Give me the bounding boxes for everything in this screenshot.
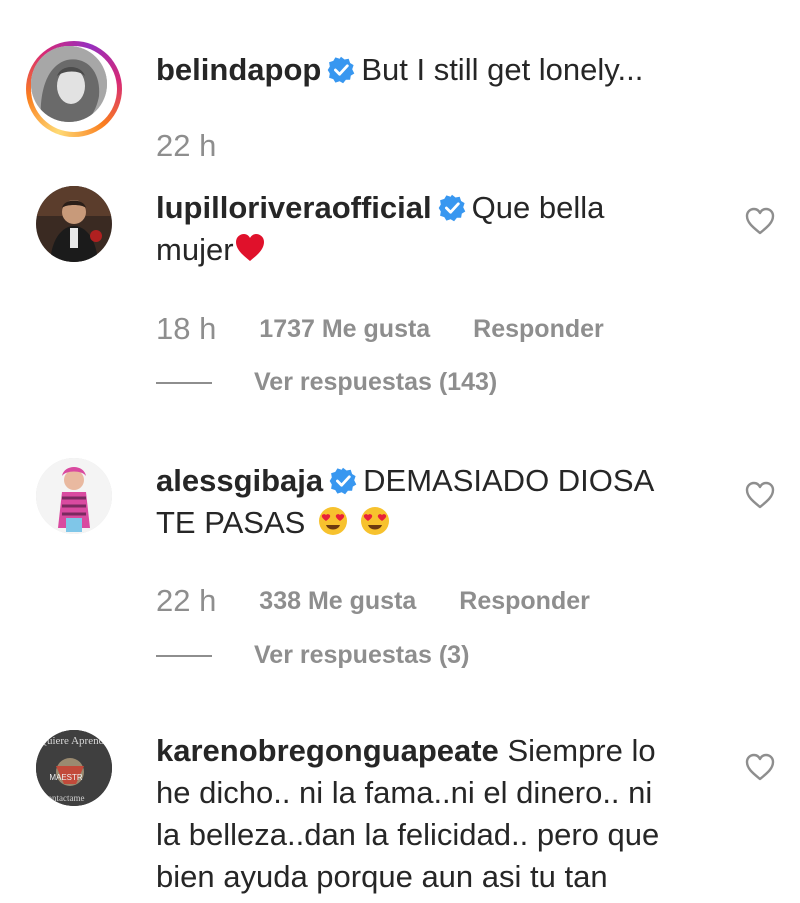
username[interactable]: belindapop — [156, 52, 321, 87]
comment-body-line3: la belleza..dan la felicidad.. pero que — [156, 817, 660, 852]
red-heart-emoji — [235, 234, 264, 261]
comment-body-line2: TE PASAS — [156, 505, 306, 540]
comment-body-line4: bien ayuda porque aun asi tu tan — [156, 859, 608, 894]
replies-divider — [156, 382, 212, 385]
comment-body: But I still get lonely... — [361, 52, 644, 87]
likes-count[interactable]: 338 Me gusta — [259, 587, 416, 615]
likes-count[interactable]: 1737 Me gusta — [259, 315, 430, 343]
like-heart-icon[interactable] — [744, 752, 776, 782]
comment-meta: 22 h — [156, 128, 252, 164]
username[interactable]: lupilloriveraofficial — [156, 190, 432, 225]
verified-badge-icon — [329, 467, 357, 495]
timestamp: 22 h — [156, 583, 217, 618]
avatar[interactable]: Quiere Aprende MAESTR ontactame — [36, 730, 112, 806]
comment-body-line2: he dicho.. ni la fama..ni el dinero.. ni — [156, 775, 653, 810]
comment-text: alessgibaja DEMASIADO DIOSA TE PASAS — [156, 460, 716, 544]
avatar[interactable] — [36, 186, 112, 262]
comment-text: lupilloriveraofficial Que bella mujer — [156, 187, 716, 271]
comment-body-line1: Que bella — [471, 190, 605, 225]
avatar[interactable] — [36, 458, 112, 534]
comment-body-line2: mujer — [156, 232, 234, 267]
timestamp: 22 h — [156, 128, 217, 163]
avatar-text-bottom: ontactame — [48, 793, 85, 803]
verified-badge-icon — [328, 56, 355, 84]
like-heart-icon[interactable] — [744, 206, 776, 236]
comment-text: belindapop But I still get lonely... — [156, 49, 716, 91]
avatar-text-top: Quiere Aprende — [39, 735, 109, 747]
comment-body-line1: DEMASIADO DIOSA — [363, 463, 655, 498]
timestamp: 18 h — [156, 311, 217, 346]
username[interactable]: alessgibaja — [156, 463, 323, 498]
avatar-text-mid: MAESTR — [49, 773, 83, 782]
comment-body-line1: Siempre lo — [507, 733, 656, 768]
reply-button[interactable]: Responder — [473, 315, 604, 343]
story-ring[interactable] — [26, 41, 122, 137]
comment-meta: 18 h 1737 Me gusta Responder — [156, 311, 640, 347]
comment-text: karenobregonguapeate Siempre lo he dicho… — [156, 730, 716, 898]
view-replies-button[interactable]: Ver respuestas (3) — [156, 641, 469, 670]
verified-badge-icon — [438, 194, 465, 222]
heart-eyes-emoji — [361, 507, 390, 535]
username[interactable]: karenobregonguapeate — [156, 733, 499, 768]
like-heart-icon[interactable] — [744, 480, 776, 510]
reply-button[interactable]: Responder — [459, 587, 590, 615]
view-replies-label[interactable]: Ver respuestas (143) — [254, 368, 497, 396]
view-replies-button[interactable]: Ver respuestas (143) — [156, 368, 497, 397]
heart-eyes-emoji — [319, 507, 348, 535]
replies-divider — [156, 655, 212, 658]
avatar[interactable] — [31, 46, 107, 122]
comment-meta: 22 h 338 Me gusta Responder — [156, 583, 626, 619]
view-replies-label[interactable]: Ver respuestas (3) — [254, 641, 469, 669]
